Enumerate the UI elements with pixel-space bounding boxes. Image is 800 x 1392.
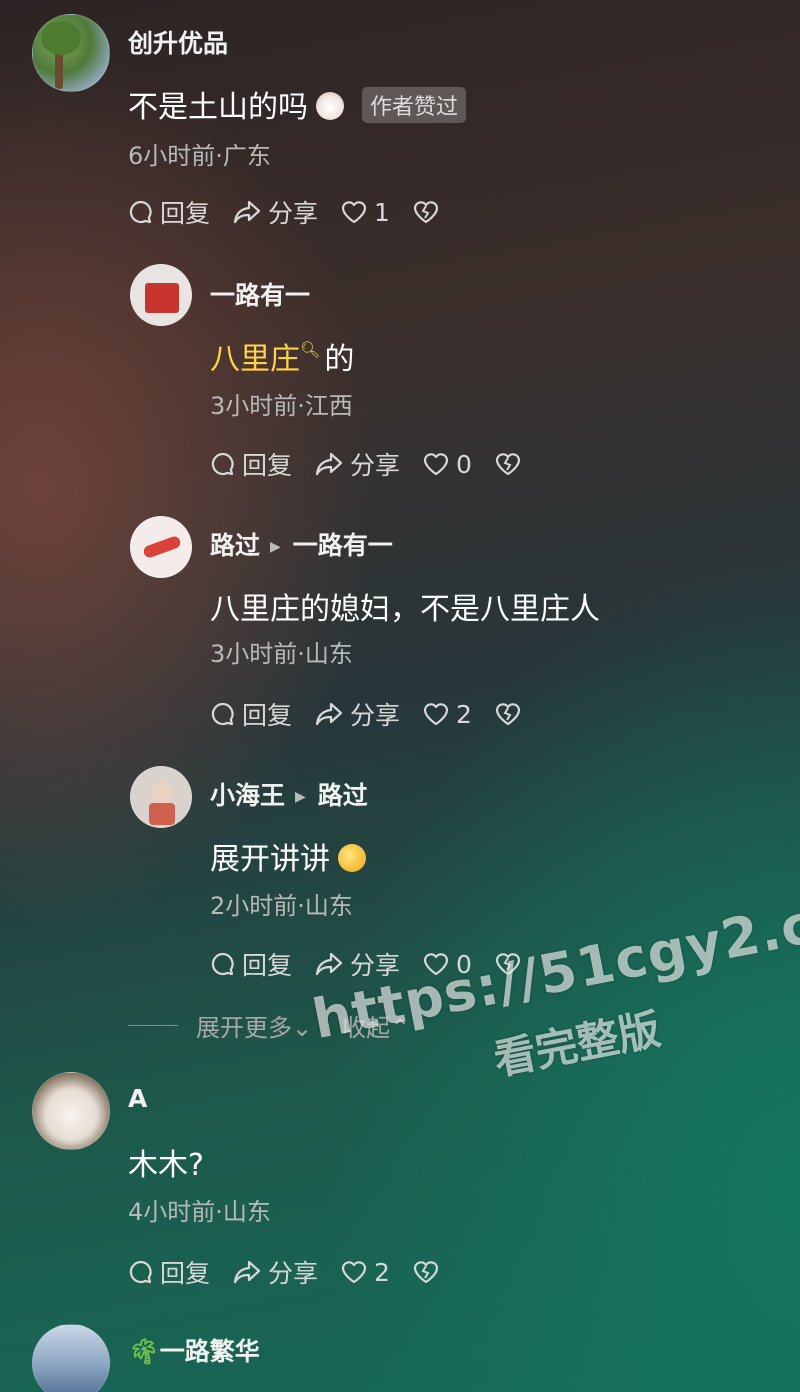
comment-actions: 回复 分享 0 [210,446,544,482]
heart-icon [341,201,367,224]
like-count: 0 [456,449,472,479]
comment-meta: 4小时前·山东 [128,1198,271,1226]
reply-target-name[interactable]: 一路有一 [293,531,393,560]
heart-icon [423,453,449,476]
reply-arrow-icon: ▶ [295,789,306,805]
share-label: 分享 [350,701,401,730]
share-button[interactable]: 分享 [232,1254,318,1290]
comment-author-name[interactable]: 一路繁华 [160,1337,260,1366]
comment-author[interactable]: A [128,1084,147,1113]
reply-label: 回复 [160,1259,211,1288]
like-count: 1 [374,197,390,227]
comment-meta: 6小时前·广东 [128,142,271,170]
avatar[interactable] [130,516,192,578]
comment-actions: 回复 分享 2 [210,696,544,732]
expand-more-label: 展开更多 [196,1014,292,1042]
share-arrow-icon [315,702,343,726]
broken-heart-icon [495,453,521,476]
avatar[interactable] [130,766,192,828]
share-label: 分享 [268,199,319,228]
broken-heart-icon [413,201,439,224]
comment-actions: 回复 分享 2 [128,1254,462,1290]
comment-author[interactable]: 小海王 ▶ 路过 [210,776,368,812]
comment-text: 木木? [128,1148,204,1183]
comment-author[interactable]: 路过 ▶ 一路有一 [210,526,393,562]
share-button[interactable]: 分享 [314,696,400,732]
comment-text: 八里庄🔍︎ 的 [210,334,354,378]
reply-button[interactable]: 回复 [210,446,292,482]
laughing-emoji-icon [338,844,366,872]
heart-icon [423,703,449,726]
reply-button[interactable]: 回复 [128,1254,210,1290]
broken-heart-icon [495,703,521,726]
reply-arrow-icon: ▶ [270,539,281,555]
comment-meta: 3小时前·江西 [210,392,353,420]
reply-label: 回复 [242,451,293,480]
comment-text: 不是土山的吗 作者赞过 [128,82,467,126]
cat-emoji-icon [316,92,344,120]
broken-heart-icon [413,1261,439,1284]
comment-author-name[interactable]: 小海王 [210,781,285,810]
palm-tree-icon: 🌴︎ [128,1337,160,1366]
comment-text-body: 展开讲讲 [210,842,330,877]
comment-text: 八里庄的媳妇，不是八里庄人 [210,592,600,627]
comment-bubble-icon [129,1260,152,1284]
avatar[interactable] [32,14,110,92]
comment-bubble-icon [129,200,152,224]
reply-label: 回复 [242,951,293,980]
share-arrow-icon [233,200,261,224]
reply-button[interactable]: 回复 [210,946,292,982]
avatar[interactable] [130,264,192,326]
search-tag-icon: 🔍︎ [300,340,321,359]
dislike-button[interactable] [412,1259,440,1285]
dislike-button[interactable] [494,701,522,727]
expand-more-button[interactable]: 展开更多⌄ [196,1008,312,1043]
share-button[interactable]: 分享 [232,194,318,230]
comment-meta: 2小时前·山东 [210,892,353,920]
reply-button[interactable]: 回复 [210,696,292,732]
heart-icon [341,1261,367,1284]
comment-bubble-icon [211,452,234,476]
reply-label: 回复 [160,199,211,228]
comment-author[interactable]: 创升优品 [128,24,228,60]
comment-text: 展开讲讲 [210,834,366,878]
reply-item: 路过 ▶ 一路有一 八里庄的媳妇，不是八里庄人 3小时前·山东 回复 分享 2 [0,500,800,750]
comment-text-body: 不是土山的吗 [128,90,308,125]
comment-bubble-icon [211,702,234,726]
comment-item: 创升优品 不是土山的吗 作者赞过 6小时前·广东 回复 分享 1 [0,0,800,250]
author-liked-badge: 作者赞过 [362,87,467,123]
like-count: 2 [374,1257,390,1287]
chevron-down-icon: ⌄ [292,1014,313,1042]
avatar[interactable] [32,1324,110,1392]
comment-author[interactable]: 🌴︎一路繁华 [128,1332,260,1368]
avatar[interactable] [32,1072,110,1150]
divider [128,1025,178,1026]
comment-actions: 回复 分享 1 [128,194,462,230]
search-link[interactable]: 八里庄 [210,342,300,377]
comment-text-body: 的 [324,342,355,377]
like-button[interactable]: 2 [340,1258,390,1287]
like-button[interactable]: 0 [422,450,472,479]
share-arrow-icon [233,1260,261,1284]
like-count: 2 [456,699,472,729]
share-label: 分享 [268,1259,319,1288]
share-arrow-icon [315,452,343,476]
like-button[interactable]: 2 [422,700,472,729]
comment-author-name[interactable]: 路过 [210,531,260,560]
comment-item: 🌴︎一路繁华 [0,1320,800,1392]
reply-button[interactable]: 回复 [128,194,210,230]
comment-bubble-icon [211,952,234,976]
reply-label: 回复 [242,701,293,730]
dislike-button[interactable] [412,199,440,225]
comment-meta: 3小时前·山东 [210,640,353,668]
share-button[interactable]: 分享 [314,446,400,482]
dislike-button[interactable] [494,451,522,477]
comment-author[interactable]: 一路有一 [210,276,310,312]
reply-item: 一路有一 八里庄🔍︎ 的 3小时前·江西 回复 分享 0 [0,250,800,500]
like-button[interactable]: 1 [340,198,390,227]
reply-target-name[interactable]: 路过 [318,781,368,810]
share-label: 分享 [350,451,401,480]
